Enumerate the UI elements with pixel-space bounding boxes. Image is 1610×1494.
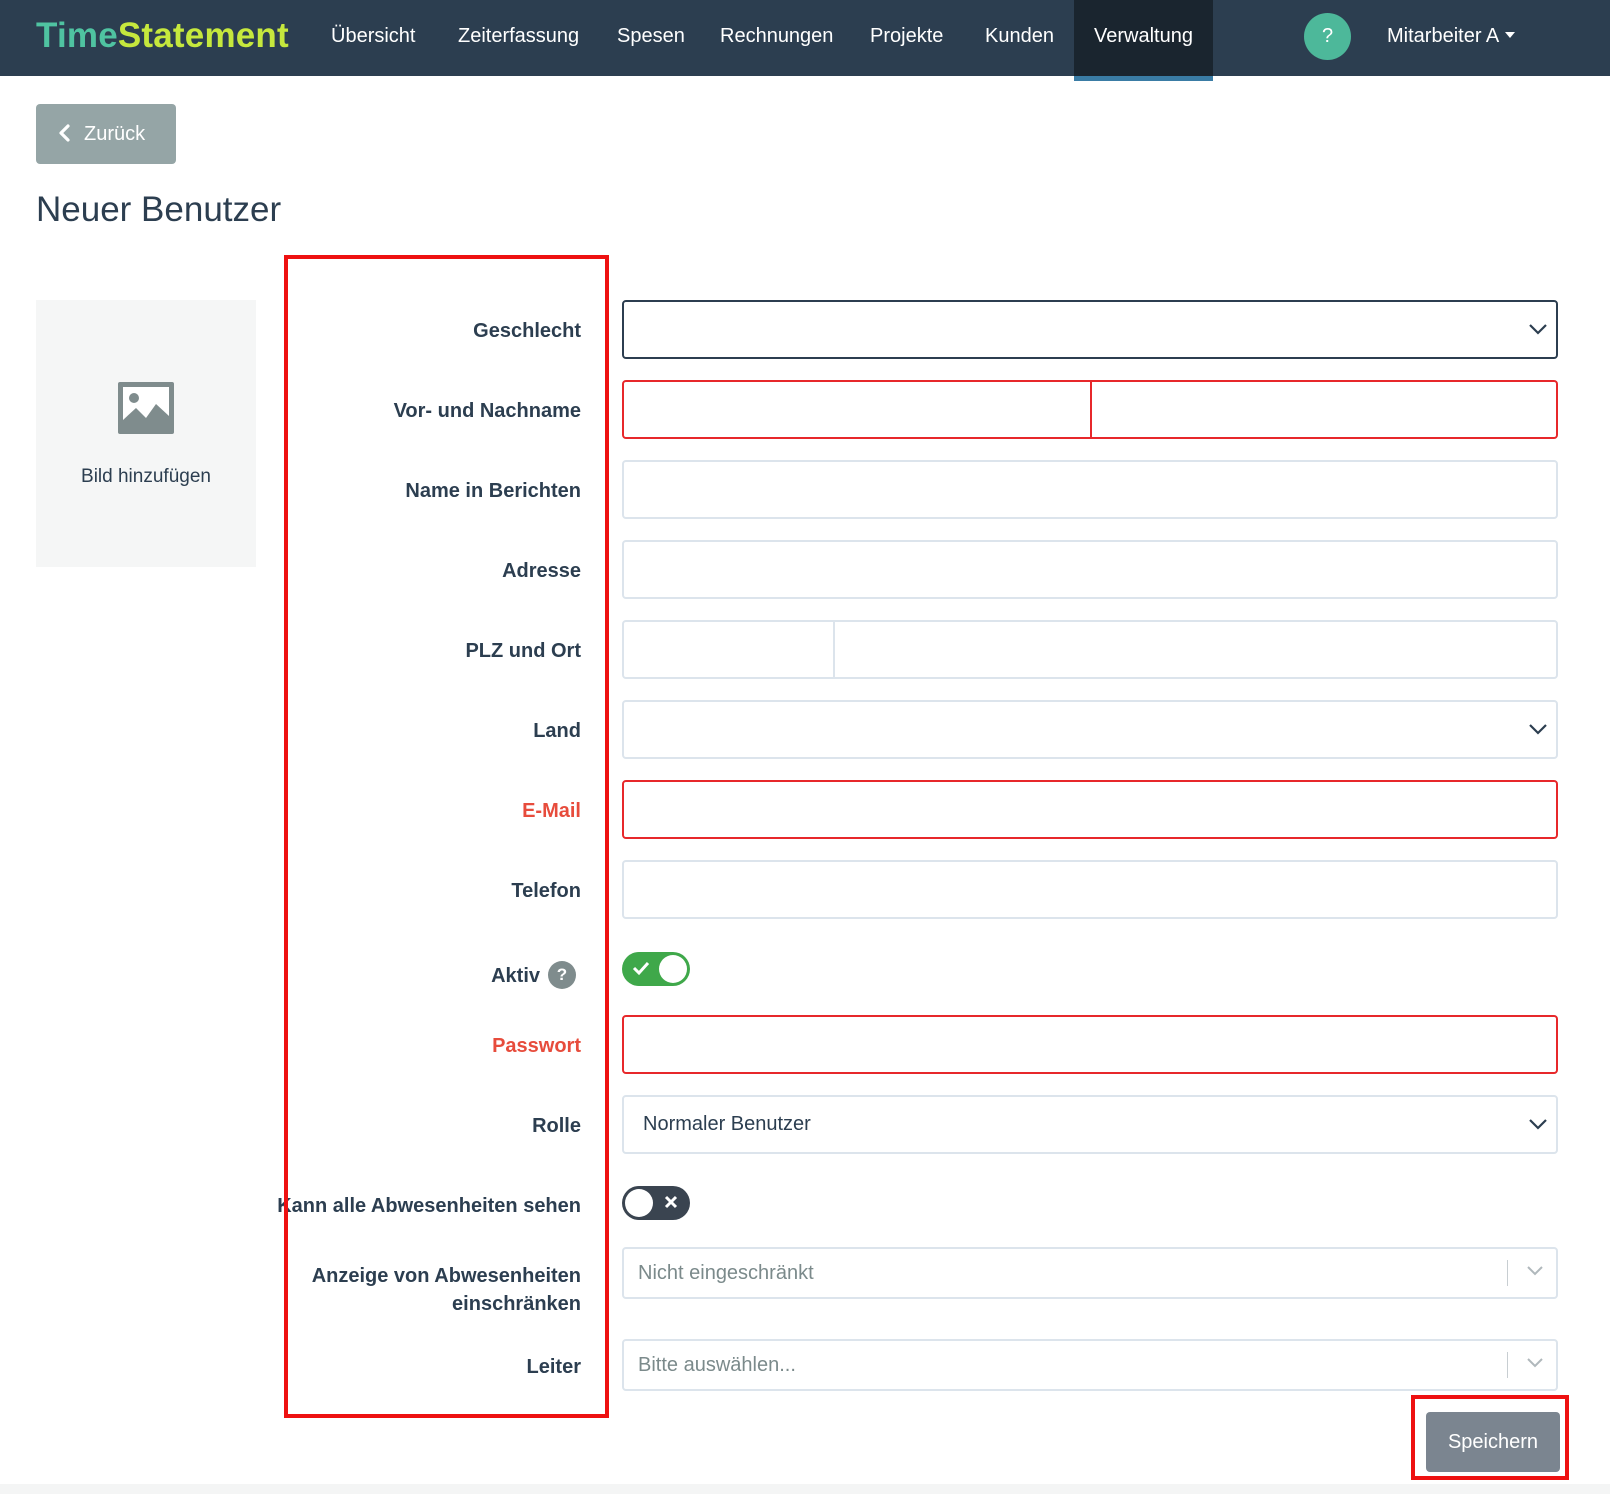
caret-down-icon (1505, 32, 1516, 39)
check-icon (632, 961, 650, 976)
x-icon (664, 1195, 678, 1209)
chevron-down-icon (1529, 1119, 1547, 1130)
label-telefon: Telefon (511, 880, 581, 902)
label-aktiv: Aktiv? (491, 960, 576, 990)
label-leiter: Leiter (526, 1356, 581, 1378)
label-name: Vor- und Nachname (393, 400, 581, 422)
chevron-down-icon (1529, 724, 1547, 735)
label-email: E-Mail (522, 800, 581, 822)
page-title: Neuer Benutzer (36, 190, 282, 229)
plz-ort-input-group (622, 620, 1558, 679)
nav-item-kunden[interactable]: Kunden (985, 0, 1054, 76)
aktiv-toggle[interactable] (622, 952, 690, 986)
nav-item-verwaltung[interactable]: Verwaltung (1074, 0, 1213, 81)
leiter-placeholder: Bitte auswählen... (638, 1354, 796, 1376)
name-divider (1090, 382, 1092, 437)
nav-item-uebersicht[interactable]: Übersicht (331, 0, 415, 76)
page-footer-strip (0, 1484, 1610, 1494)
first-name-input[interactable] (643, 382, 1083, 437)
aktiv-help-icon[interactable]: ? (548, 960, 576, 989)
brand-logo[interactable]: TimeStatement (36, 14, 289, 58)
email-input[interactable] (622, 780, 1558, 839)
chevron-down-icon (1527, 1358, 1543, 1368)
user-menu[interactable]: Mitarbeiter A (1387, 0, 1516, 73)
save-button[interactable]: Speichern (1426, 1412, 1560, 1472)
user-menu-label: Mitarbeiter A (1387, 25, 1500, 47)
plz-ort-divider (833, 622, 835, 677)
ort-input[interactable] (854, 622, 1534, 677)
nav-item-rechnungen[interactable]: Rechnungen (720, 0, 833, 76)
abwesenheiten-sehen-toggle[interactable] (622, 1186, 690, 1220)
label-geschlecht: Geschlecht (473, 320, 581, 342)
image-upload-label: Bild hinzufügen (81, 466, 211, 487)
nav-item-projekte[interactable]: Projekte (870, 0, 943, 76)
chevron-down-icon (1529, 324, 1547, 335)
brand-part-time: Time (36, 16, 118, 55)
back-button[interactable]: Zurück (36, 104, 176, 164)
nav-item-zeiterfassung[interactable]: Zeiterfassung (458, 0, 579, 76)
telefon-input[interactable] (622, 860, 1558, 919)
label-passwort: Passwort (492, 1035, 581, 1057)
abwesenheiten-einschraenken-placeholder: Nicht eingeschränkt (638, 1262, 814, 1284)
chevron-left-icon (59, 124, 70, 142)
adresse-input[interactable] (622, 540, 1558, 599)
label-abwesenheiten-line2: einschränken (452, 1293, 581, 1315)
label-land: Land (533, 720, 581, 742)
label-abwesenheiten-einschraenken: Anzeige von Abwesenheiten einschränken (312, 1262, 581, 1318)
select-separator (1507, 1260, 1508, 1286)
select-separator (1507, 1352, 1508, 1378)
leiter-select[interactable]: Bitte auswählen... (622, 1339, 1558, 1391)
passwort-input[interactable] (622, 1015, 1558, 1074)
top-navbar: TimeStatement Übersicht Zeiterfassung Sp… (0, 0, 1610, 81)
rolle-select[interactable]: Normaler Benutzer (622, 1095, 1558, 1154)
label-adresse: Adresse (502, 560, 581, 582)
label-abwesenheiten-line1: Anzeige von Abwesenheiten (311, 1265, 581, 1287)
geschlecht-select[interactable] (622, 300, 1558, 359)
report-name-input[interactable] (622, 460, 1558, 519)
name-input-group (622, 380, 1558, 439)
abwesenheiten-toggle-knob (625, 1189, 653, 1217)
label-abwesenheiten-sehen: Kann alle Abwesenheiten sehen (277, 1195, 581, 1217)
plz-input[interactable] (643, 622, 833, 677)
rolle-value: Normaler Benutzer (643, 1113, 811, 1135)
land-select[interactable] (622, 700, 1558, 759)
chevron-down-icon (1527, 1266, 1543, 1276)
label-plz-ort: PLZ und Ort (465, 640, 581, 662)
image-upload-box[interactable]: Bild hinzufügen (36, 300, 256, 567)
last-name-input[interactable] (1110, 382, 1550, 437)
label-report-name: Name in Berichten (405, 480, 581, 502)
brand-part-statement: Statement (117, 16, 289, 55)
back-button-label: Zurück (84, 123, 146, 145)
abwesenheiten-einschraenken-select[interactable]: Nicht eingeschränkt (622, 1247, 1558, 1299)
image-placeholder-icon (118, 382, 174, 434)
nav-item-spesen[interactable]: Spesen (617, 0, 685, 76)
help-button[interactable]: ? (1304, 13, 1351, 60)
highlight-box-labels (284, 255, 609, 1418)
label-rolle: Rolle (532, 1115, 581, 1137)
aktiv-toggle-knob (659, 955, 687, 983)
label-aktiv-text: Aktiv (491, 965, 540, 987)
